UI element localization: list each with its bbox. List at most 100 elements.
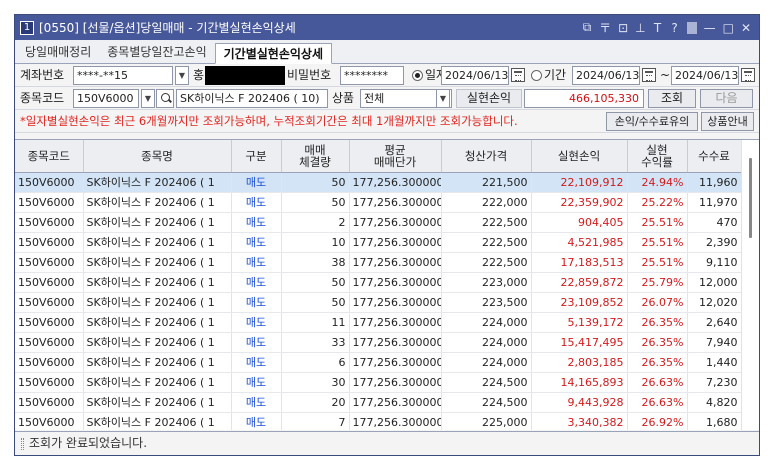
scrollbar-thumb[interactable] (749, 158, 752, 238)
window-title: [0550] [선물/옵션]당일매매 - 기간별실현손익상세 (39, 21, 296, 35)
cell-item-code: 150V6000 (15, 352, 84, 373)
date-radio[interactable] (412, 70, 423, 81)
header-fee[interactable]: 수수료 (687, 140, 742, 173)
account-field[interactable]: ****-**15 (73, 66, 173, 85)
cell-realized-pnl: 3,340,382 (531, 412, 628, 430)
maximize-icon[interactable]: □ (723, 21, 734, 35)
fee-notice-button[interactable]: 손익/수수료유의 (606, 112, 698, 131)
cell-item-code: 150V6000 (15, 332, 84, 353)
pnl-grid[interactable]: 종목코드 종목명 구분 매매 체결량 평균 매매단가 청산가격 실현손익 실현 수익률 수수료 … (15, 139, 759, 430)
table-row[interactable]: 150V6000 SK하이닉스 F 202406 ( 1 매도 20 177,256.3… (15, 392, 742, 413)
code-dropdown-icon[interactable]: ▼ (141, 89, 155, 108)
pushpin-icon[interactable]: ⊥ (635, 21, 645, 35)
product-dropdown-icon[interactable]: ▼ (436, 89, 450, 108)
cell-fee: 7,940 (687, 332, 742, 353)
header-return-rate[interactable]: 실현 수익률 (627, 140, 688, 173)
table-row[interactable]: 150V6000 SK하이닉스 F 202406 ( 1 매도 10 177,256.3… (15, 232, 742, 253)
cell-side: 매도 (231, 392, 282, 413)
cell-fee: 2,390 (687, 232, 742, 253)
header-item-code[interactable]: 종목코드 (15, 140, 84, 173)
table-row[interactable]: 150V6000 SK하이닉스 F 202406 ( 1 매도 50 177,256.3… (15, 272, 742, 293)
period-to-field[interactable]: 2024/06/13 (671, 66, 739, 85)
help-icon[interactable]: ? (670, 21, 680, 35)
period-separator: ~ (660, 68, 671, 82)
cell-close-price: 224,000 (441, 352, 532, 373)
cell-item-code: 150V6000 (15, 312, 84, 333)
cell-realized-pnl: 22,359,902 (531, 192, 628, 213)
cell-close-price: 222,500 (441, 212, 532, 233)
cell-avg-price: 177,256.300000 (349, 312, 442, 333)
cell-realized-pnl: 904,405 (531, 212, 628, 233)
cell-avg-price: 177,256.300000 (349, 332, 442, 353)
title-bar[interactable]: 1 [0550] [선물/옵션]당일매매 - 기간별실현손익상세 ⧉ 〒 ⊡ ⊥… (15, 15, 759, 40)
table-row[interactable]: 150V6000 SK하이닉스 F 202406 ( 1 매도 2 177,256.30… (15, 212, 742, 233)
calendar-icon[interactable] (642, 68, 656, 82)
next-button[interactable]: 다음 (700, 89, 753, 108)
cell-side: 매도 (231, 332, 282, 353)
cell-realized-pnl: 5,139,172 (531, 312, 628, 333)
cell-item-code: 150V6000 (15, 252, 84, 273)
table-body: 150V6000 SK하이닉스 F 202406 ( 1 매도 50 177,256.3… (15, 172, 742, 430)
table-row[interactable]: 150V6000 SK하이닉스 F 202406 ( 1 매도 6 177,256.30… (15, 352, 742, 373)
account-name-label: 홍 (193, 68, 205, 82)
tab-balance-pnl[interactable]: 종목별당일잔고손익 (99, 42, 214, 63)
period-radio[interactable] (531, 70, 542, 81)
query-button[interactable]: 조회 (648, 89, 696, 108)
cell-quantity: 50 (281, 172, 350, 193)
table-row[interactable]: 150V6000 SK하이닉스 F 202406 ( 1 매도 11 177,256.3… (15, 312, 742, 333)
vertical-scrollbar[interactable] (741, 140, 759, 430)
table-row[interactable]: 150V6000 SK하이닉스 F 202406 ( 1 매도 50 177,256.3… (15, 192, 742, 213)
header-side[interactable]: 구분 (231, 140, 282, 173)
link-icon[interactable]: ⧉ (582, 20, 592, 35)
cell-item-name: SK하이닉스 F 202406 ( 1 (83, 312, 232, 333)
table-row[interactable]: 150V6000 SK하이닉스 F 202406 ( 1 매도 50 177,256.3… (15, 292, 742, 313)
cell-realized-pnl: 22,859,872 (531, 272, 628, 293)
tab-daily-summary[interactable]: 당일매매정리 (17, 42, 99, 63)
cell-item-code: 150V6000 (15, 172, 84, 193)
pin-icon[interactable]: 〒 (599, 19, 611, 36)
table-row[interactable]: 150V6000 SK하이닉스 F 202406 ( 1 매도 30 177,256.3… (15, 372, 742, 393)
account-dropdown-icon[interactable]: ▼ (175, 66, 189, 85)
cell-item-name: SK하이닉스 F 202406 ( 1 (83, 232, 232, 253)
cell-side: 매도 (231, 172, 282, 193)
cell-side: 매도 (231, 212, 282, 233)
copy-icon[interactable]: ⊡ (618, 21, 628, 35)
calendar-icon[interactable] (511, 68, 525, 82)
search-icon[interactable] (156, 89, 174, 108)
font-size-icon[interactable]: T (653, 21, 663, 35)
cell-item-code: 150V6000 (15, 192, 84, 213)
cell-realized-pnl: 14,165,893 (531, 372, 628, 393)
product-info-button[interactable]: 상품안내 (701, 112, 754, 131)
cell-item-code: 150V6000 (15, 412, 84, 430)
header-item-name[interactable]: 종목명 (83, 140, 232, 173)
tab-period-pnl-detail[interactable]: 기간별실현손익상세 (214, 43, 332, 64)
close-icon[interactable]: ✕ (741, 21, 751, 35)
header-avg-price[interactable]: 평균 매매단가 (349, 140, 442, 173)
cell-return-rate: 26.35% (627, 352, 688, 373)
cell-avg-price: 177,256.300000 (349, 292, 442, 313)
header-close-price[interactable]: 청산가격 (441, 140, 532, 173)
cell-quantity: 33 (281, 332, 350, 353)
header-quantity[interactable]: 매매 체결량 (281, 140, 350, 173)
item-name-field: SK하이닉스 F 202406 ( 10) (176, 89, 328, 108)
period-from-field[interactable]: 2024/06/13 (572, 66, 640, 85)
date-field[interactable]: 2024/06/13 (441, 66, 509, 85)
cell-avg-price: 177,256.300000 (349, 172, 442, 193)
table-row[interactable]: 150V6000 SK하이닉스 F 202406 ( 1 매도 33 177,256.3… (15, 332, 742, 353)
header-realized-pnl[interactable]: 실현손익 (531, 140, 628, 173)
code-field[interactable]: 150V6000 (73, 89, 139, 108)
cell-fee: 1,680 (687, 412, 742, 430)
cell-item-name: SK하이닉스 F 202406 ( 1 (83, 192, 232, 213)
password-label: 비밀번호 (287, 68, 332, 82)
table-row[interactable]: 150V6000 SK하이닉스 F 202406 ( 1 매도 7 177,256.30… (15, 412, 742, 430)
table-row[interactable]: 150V6000 SK하이닉스 F 202406 ( 1 매도 50 177,256.3… (15, 172, 742, 193)
calendar-icon[interactable] (741, 68, 755, 82)
pnl-table: 종목코드 종목명 구분 매매 체결량 평균 매매단가 청산가격 실현손익 실현 수익률 수수료 … (15, 140, 742, 430)
cell-avg-price: 177,256.300000 (349, 192, 442, 213)
cell-avg-price: 177,256.300000 (349, 212, 442, 233)
password-field[interactable]: ******** (340, 66, 404, 85)
cell-fee: 1,440 (687, 352, 742, 373)
table-row[interactable]: 150V6000 SK하이닉스 F 202406 ( 1 매도 38 177,256.3… (15, 252, 742, 273)
cell-item-name: SK하이닉스 F 202406 ( 1 (83, 272, 232, 293)
minimize-icon[interactable]: — (704, 21, 716, 35)
